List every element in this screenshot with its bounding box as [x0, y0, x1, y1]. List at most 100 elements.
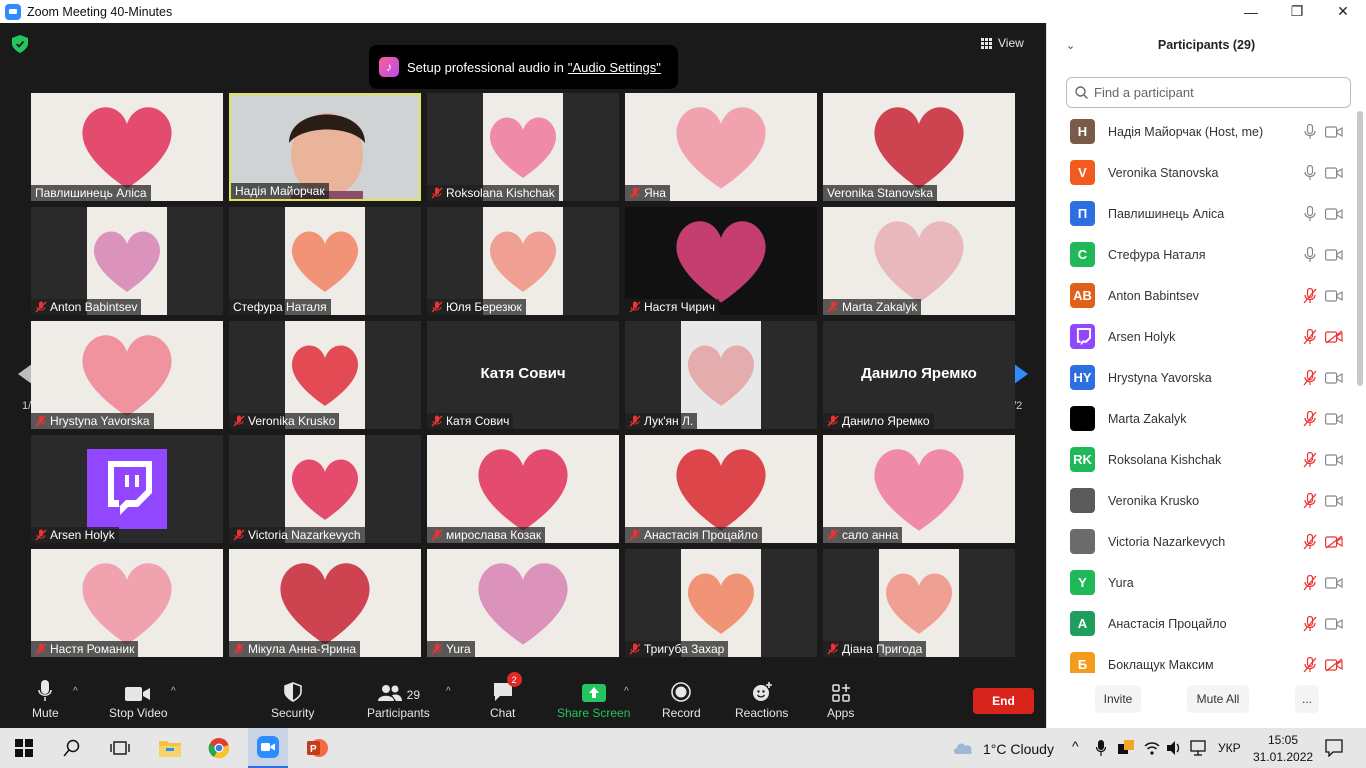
video-tile[interactable]: Катя Сович Катя Сович [427, 321, 619, 429]
video-tile[interactable]: Anton Babintsev [31, 207, 223, 315]
video-tile[interactable]: Настя Романик [31, 549, 223, 657]
apps-button[interactable]: Apps [827, 678, 854, 720]
participants-button[interactable]: 29 Participants [367, 678, 430, 720]
muted-microphone-icon[interactable] [1303, 287, 1317, 304]
show-hidden-icons-icon[interactable]: ^ [1072, 738, 1079, 754]
video-tile[interactable]: Тригуба Захар [625, 549, 817, 657]
video-tile[interactable]: Анастасія Процайло [625, 435, 817, 543]
view-button[interactable]: View [981, 32, 1037, 54]
invite-button[interactable]: Invite [1095, 685, 1141, 713]
mute-button[interactable]: Mute [32, 678, 59, 720]
muted-microphone-icon[interactable] [1303, 574, 1317, 591]
muted-microphone-icon[interactable] [1303, 533, 1317, 550]
video-tile[interactable]: Яна [625, 93, 817, 201]
video-tile[interactable]: Стефура Наталя [229, 207, 421, 315]
video-tile[interactable]: Юля Березюк [427, 207, 619, 315]
participant-row[interactable]: Victoria Nazarkevych [1047, 521, 1355, 562]
video-tile[interactable]: Настя Чирич [625, 207, 817, 315]
camera-off-icon[interactable] [1325, 657, 1343, 672]
security-shield-icon[interactable] [12, 35, 28, 53]
camera-off-icon[interactable] [1325, 534, 1343, 549]
camera-icon[interactable] [1325, 289, 1343, 303]
camera-icon[interactable] [1325, 453, 1343, 467]
video-tile[interactable]: Veronika Krusko [229, 321, 421, 429]
video-tile[interactable]: сало анна [823, 435, 1015, 543]
participant-row[interactable]: Y Yura [1047, 562, 1355, 603]
participant-row[interactable]: С Стефура Наталя [1047, 234, 1355, 275]
camera-icon[interactable] [1325, 576, 1343, 590]
participants-options-caret-icon[interactable]: ^ [446, 686, 451, 697]
participant-row[interactable]: Marta Zakalyk [1047, 398, 1355, 439]
powerpoint-icon[interactable]: P [305, 736, 329, 760]
share-screen-button[interactable]: Share Screen [557, 678, 630, 720]
restore-button[interactable]: ❐ [1274, 0, 1320, 23]
camera-off-icon[interactable] [1325, 329, 1343, 344]
muted-microphone-icon[interactable] [1303, 492, 1317, 509]
tray-microphone-icon[interactable] [1096, 740, 1106, 756]
minimize-button[interactable]: — [1228, 0, 1274, 23]
video-tile[interactable]: Павлишинець Аліса [31, 93, 223, 201]
video-tile[interactable]: Мікула Анна-Ярина [229, 549, 421, 657]
muted-microphone-icon[interactable] [1303, 410, 1317, 427]
participant-list-scrollbar[interactable] [1357, 111, 1363, 386]
video-tile[interactable]: Лук'ян Л. [625, 321, 817, 429]
microphone-icon[interactable] [1303, 246, 1317, 263]
video-tile[interactable]: Діана Пригода [823, 549, 1015, 657]
mute-all-button[interactable]: Mute All [1187, 685, 1249, 713]
participant-search-input[interactable] [1094, 85, 1334, 100]
participant-row[interactable]: Veronika Krusko [1047, 480, 1355, 521]
video-tile[interactable]: Yura [427, 549, 619, 657]
volume-icon[interactable] [1166, 740, 1182, 756]
microphone-icon[interactable] [1303, 123, 1317, 140]
participant-row[interactable]: Н Надія Майорчак (Host, me) [1047, 111, 1355, 152]
microphone-icon[interactable] [1303, 205, 1317, 222]
participant-row[interactable]: Arsen Holyk [1047, 316, 1355, 357]
participant-row[interactable]: А Анастасія Процайло [1047, 603, 1355, 644]
participant-row[interactable]: RK Roksolana Kishchak [1047, 439, 1355, 480]
more-options-button[interactable]: ... [1295, 685, 1319, 713]
camera-icon[interactable] [1325, 166, 1343, 180]
video-tile[interactable]: Veronika Stanovska [823, 93, 1015, 201]
wifi-icon[interactable] [1144, 740, 1160, 756]
video-tile[interactable]: Victoria Nazarkevych [229, 435, 421, 543]
microphone-icon[interactable] [1303, 164, 1317, 181]
share-options-caret-icon[interactable]: ^ [624, 686, 629, 697]
stop-video-button[interactable]: Stop Video [109, 678, 168, 720]
video-tile[interactable]: мирослава Козак [427, 435, 619, 543]
notification-center-icon[interactable] [1325, 739, 1343, 757]
chrome-icon[interactable] [207, 736, 231, 760]
video-options-caret-icon[interactable]: ^ [171, 686, 176, 697]
camera-icon[interactable] [1325, 125, 1343, 139]
chat-button[interactable]: 2 Chat [490, 672, 522, 720]
camera-icon[interactable] [1325, 617, 1343, 631]
video-tile[interactable]: Hrystyna Yavorska [31, 321, 223, 429]
record-button[interactable]: Record [662, 678, 701, 720]
video-tile[interactable]: Roksolana Kishchak [427, 93, 619, 201]
task-view-icon[interactable] [108, 736, 132, 760]
video-tile[interactable]: Данило Яремко Данило Яремко [823, 321, 1015, 429]
audio-settings-link[interactable]: "Audio Settings" [568, 60, 661, 75]
camera-icon[interactable] [1325, 248, 1343, 262]
close-button[interactable]: ✕ [1320, 0, 1366, 23]
muted-microphone-icon[interactable] [1303, 328, 1317, 345]
reactions-button[interactable]: Reactions [735, 678, 788, 720]
network-icon[interactable] [1190, 740, 1206, 756]
participant-row[interactable]: V Veronika Stanovska [1047, 152, 1355, 193]
file-explorer-icon[interactable] [158, 736, 182, 760]
muted-microphone-icon[interactable] [1303, 656, 1317, 673]
tray-app-icon[interactable] [1118, 740, 1134, 756]
muted-microphone-icon[interactable] [1303, 451, 1317, 468]
taskbar-search-icon[interactable] [60, 736, 84, 760]
camera-icon[interactable] [1325, 371, 1343, 385]
camera-icon[interactable] [1325, 494, 1343, 508]
weather-text[interactable]: 1°C Cloudy [983, 741, 1054, 757]
video-tile[interactable]: Marta Zakalyk [823, 207, 1015, 315]
participant-row[interactable]: П Павлишинець Аліса [1047, 193, 1355, 234]
participant-row[interactable]: AB Anton Babintsev [1047, 275, 1355, 316]
windows-start-icon[interactable] [12, 736, 36, 760]
input-language[interactable]: УКР [1218, 741, 1241, 755]
participant-row[interactable]: Б Боклащук Максим [1047, 644, 1355, 673]
security-button[interactable]: Security [271, 678, 314, 720]
zoom-taskbar-icon[interactable] [248, 728, 288, 768]
video-tile[interactable]: Arsen Holyk [31, 435, 223, 543]
